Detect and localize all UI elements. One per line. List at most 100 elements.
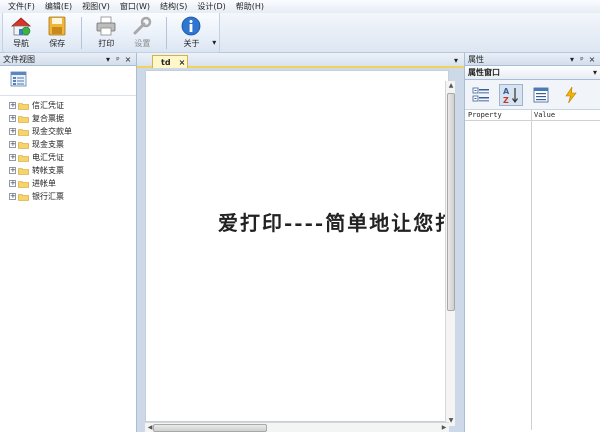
property-grid[interactable]: Property Value — [465, 110, 600, 430]
vertical-scrollbar[interactable]: ▲ ▼ — [445, 81, 455, 426]
events-button[interactable] — [559, 84, 583, 106]
expand-icon[interactable]: + — [9, 180, 16, 187]
folder-icon — [18, 193, 29, 201]
menu-file[interactable]: 文件(F) — [3, 0, 40, 13]
menu-window[interactable]: 窗口(W) — [115, 0, 155, 13]
menu-view[interactable]: 视图(V) — [77, 0, 115, 13]
horizontal-scrollbar[interactable]: ◀ ▶ — [145, 422, 449, 432]
expand-icon[interactable]: + — [9, 128, 16, 135]
about-button[interactable]: 关于 — [173, 13, 209, 51]
menu-design[interactable]: 设计(D) — [192, 0, 230, 13]
properties-title: 属性 — [468, 54, 484, 64]
canvas-text-element[interactable]: 爱打印----简单地让您打 — [218, 207, 448, 236]
scroll-right-icon[interactable]: ▶ — [439, 423, 449, 432]
menu-bar: 文件(F) 编辑(E) 视图(V) 窗口(W) 结构(S) 设计(D) 帮助(H… — [0, 0, 600, 13]
tab-list-button[interactable]: ▾ — [454, 56, 458, 65]
tree-item-label: 进帐单 — [32, 179, 56, 188]
wrench-icon — [133, 16, 152, 35]
main-toolbar: 导航 保存 打印 设置 关于 ▾ — [2, 13, 220, 53]
expand-icon[interactable]: + — [9, 141, 16, 148]
svg-text:A: A — [503, 87, 510, 96]
properties-panel: 属性 ▾ ᵖ × 属性窗口 ▾ A Z Property Value — [464, 53, 600, 432]
tree-item-label: 电汇凭证 — [32, 153, 64, 162]
scroll-up-icon[interactable]: ▲ — [446, 81, 456, 91]
tree-item-label: 复合票据 — [32, 114, 64, 123]
panel-close-button[interactable]: × — [123, 55, 133, 64]
tree-item-label: 信汇凭证 — [32, 101, 64, 110]
file-view-title: 文件视图 — [3, 54, 35, 64]
folder-icon — [18, 167, 29, 175]
folder-icon — [18, 102, 29, 110]
toolbar-area: 导航 保存 打印 设置 关于 ▾ — [0, 13, 600, 53]
floppy-disk-icon — [48, 16, 66, 36]
panel-pin-button[interactable]: ᵖ — [577, 55, 587, 64]
tree-item[interactable]: + 复合票据 — [0, 112, 136, 125]
printer-icon — [96, 16, 116, 36]
tree-item[interactable]: + 进帐单 — [0, 177, 136, 190]
properties-list-icon[interactable] — [10, 71, 30, 89]
categorized-icon — [472, 87, 489, 101]
panel-close-button[interactable]: × — [587, 55, 597, 64]
tab-close-icon[interactable]: × — [179, 58, 186, 67]
vertical-scroll-thumb[interactable] — [447, 93, 455, 311]
document-tab-strip: td × ▾ — [137, 53, 464, 68]
horizontal-scroll-thumb[interactable] — [153, 424, 267, 432]
sort-az-icon: A Z — [503, 87, 518, 104]
file-view-header: 文件视图 ▾ ᵖ × — [0, 53, 136, 66]
home-icon — [11, 17, 32, 36]
panel-dropdown-button[interactable]: ▾ — [103, 55, 113, 64]
property-pages-icon — [533, 87, 549, 102]
grid-column-divider[interactable] — [531, 110, 532, 430]
save-label: 保存 — [49, 39, 66, 48]
expand-icon[interactable]: + — [9, 167, 16, 174]
print-label: 打印 — [98, 39, 115, 48]
tab-label: td — [161, 57, 171, 67]
print-button[interactable]: 打印 — [88, 13, 124, 51]
menu-help[interactable]: 帮助(H) — [231, 0, 269, 13]
categorized-button[interactable] — [469, 84, 493, 106]
menu-structure[interactable]: 结构(S) — [155, 0, 192, 13]
info-icon — [182, 16, 201, 36]
panel-pin-button[interactable]: ᵖ — [113, 55, 123, 64]
tree-item[interactable]: + 现金支票 — [0, 138, 136, 151]
chevron-down-icon: ▾ — [592, 68, 597, 77]
folder-icon — [18, 154, 29, 162]
settings-label: 设置 — [134, 39, 151, 48]
property-pages-button[interactable] — [529, 84, 553, 106]
expand-icon[interactable]: + — [9, 102, 16, 109]
about-label: 关于 — [183, 39, 200, 48]
expand-icon[interactable]: + — [9, 154, 16, 161]
expand-icon[interactable]: + — [9, 115, 16, 122]
alphabetical-button[interactable]: A Z — [499, 83, 523, 106]
tab-td[interactable]: td × — [152, 55, 188, 68]
tree-item[interactable]: + 银行汇票 — [0, 190, 136, 203]
svg-text:Z: Z — [503, 96, 509, 104]
tree-item-label: 银行汇票 — [32, 192, 64, 201]
navigate-button[interactable]: 导航 — [3, 13, 39, 51]
navigate-label: 导航 — [13, 39, 30, 48]
tree-item-label: 转帐支票 — [32, 166, 64, 175]
document-area: td × ▾ 爱打印----简单地让您打 ▲ ▼ ◀ ▶ — [137, 53, 464, 432]
tree-item[interactable]: + 信汇凭证 — [0, 99, 136, 112]
expand-icon[interactable]: + — [9, 193, 16, 200]
lightning-icon — [565, 86, 577, 103]
object-selector-combo[interactable]: 属性窗口 ▾ — [465, 66, 600, 80]
toolbar-separator — [166, 17, 168, 49]
tree-item[interactable]: + 电汇凭证 — [0, 151, 136, 164]
tree-item-label: 现金交款单 — [32, 127, 72, 136]
menu-edit[interactable]: 编辑(E) — [40, 0, 77, 13]
folder-icon — [18, 128, 29, 136]
file-view-panel: 文件视图 ▾ ᵖ × + 信汇凭证 + 复合票据 + 现金交款单 + 现金支票 + 电汇凭证 + 转帐… — [0, 53, 137, 432]
toolbar-separator — [81, 17, 83, 49]
toolbar-overflow-button[interactable]: ▾ — [210, 13, 220, 51]
design-canvas[interactable]: 爱打印----简单地让您打 — [145, 70, 449, 422]
properties-toolbar: A Z — [465, 80, 600, 110]
panel-dropdown-button[interactable]: ▾ — [567, 55, 577, 64]
folder-icon — [18, 141, 29, 149]
file-tree: + 信汇凭证 + 复合票据 + 现金交款单 + 现金支票 + 电汇凭证 + 转帐支票 + 进帐单 + 银行汇票 — [0, 96, 136, 203]
tree-item[interactable]: + 现金交款单 — [0, 125, 136, 138]
object-selector-value: 属性窗口 — [468, 68, 500, 77]
settings-button: 设置 — [124, 13, 160, 51]
tree-item[interactable]: + 转帐支票 — [0, 164, 136, 177]
save-button[interactable]: 保存 — [39, 13, 75, 51]
